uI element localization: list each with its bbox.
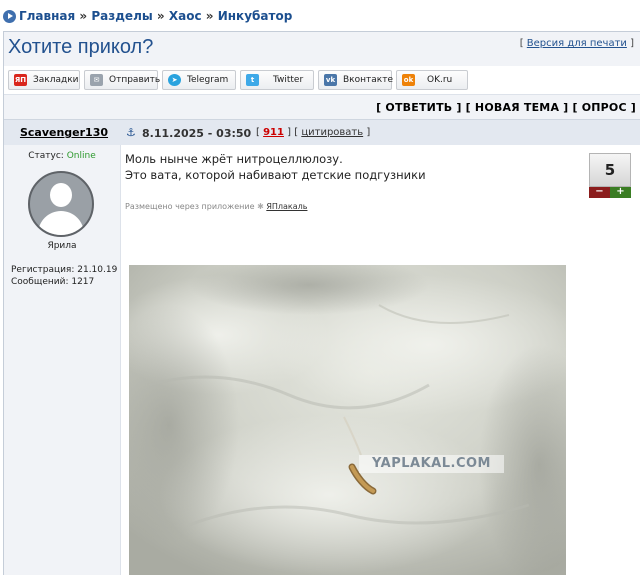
print-version-link[interactable]: Версия для печати [527,38,627,49]
breadcrumb-sections[interactable]: Разделы [91,9,152,23]
post-date: 8.11.2025 - 03:50 [142,127,252,140]
share-label: Закладки [33,75,79,85]
breadcrumb-separator: » [156,9,165,23]
share-label: Вконтакте [343,75,393,85]
mail-icon: ✉ [90,74,103,86]
author-panel: Статус: Online Ярила Регистрация: 21.10.… [4,145,121,575]
twitter-icon: t [246,74,259,86]
post-text-line: Моль нынче жрёт нитроцеллюлозу. [125,152,343,166]
rating-value: 5 [589,153,631,187]
vk-icon: vk [324,74,337,86]
anchor-icon[interactable]: ⚓ [126,126,136,139]
rating-plus-button[interactable]: + [610,187,631,198]
rating-minus-button[interactable]: − [589,187,610,198]
breadcrumb-incubator[interactable]: Инкубатор [218,9,293,23]
posted-via-label: Размещено через приложение [125,202,255,211]
share-send-button[interactable]: ✉ Отправить [84,70,161,90]
breadcrumb-separator: » [205,9,214,23]
post-number-link[interactable]: 911 [263,127,284,138]
gear-icon: ✱ [257,202,264,211]
share-bookmarks-button[interactable]: ЯП Закладки [8,70,80,90]
post-meta: [ 911 ] [ цитировать ] [256,127,371,138]
posted-via: Размещено через приложение ✱ ЯПлакаль [125,202,307,211]
share-vk-button[interactable]: vk Вконтакте [318,70,393,90]
avatar[interactable] [28,171,94,237]
moth-larva-photo [129,265,566,575]
topic-title: Хотите прикол? [8,36,154,58]
topic-header: Хотите прикол? [ Версия для печати ] [4,32,640,66]
author-status: Статус: Online [4,151,120,161]
ok-icon: ok [402,74,415,86]
avatar-head-shape [50,183,72,207]
topic-actions-bar: [ ОТВЕТИТЬ ] [ НОВАЯ ТЕМА ] [ ОПРОС ] [4,94,640,120]
site-watermark: YAPLAKAL.COM [359,455,504,473]
share-label: OK.ru [427,75,453,85]
breadcrumb-home[interactable]: Главная [19,9,75,23]
breadcrumb-chaos[interactable]: Хаос [169,9,202,23]
share-telegram-button[interactable]: ➤ Telegram [162,70,236,90]
author-rank: Ярила [47,241,77,251]
post-text-line: Это вата, которой набивают детские подгу… [125,168,426,182]
post-header: Scavenger130 ⚓ 8.11.2025 - 03:50 [ 911 ]… [4,119,640,146]
share-twitter-button[interactable]: t Twitter [240,70,314,90]
avatar-body-shape [38,211,84,235]
share-label: Telegram [187,75,229,85]
breadcrumb: Главная » Разделы » Хаос » Инкубатор [0,0,640,30]
breadcrumb-arrow-icon [3,10,16,23]
print-bracket-open: [ [519,38,524,49]
author-registration: Регистрация: 21.10.19 [11,265,118,275]
quote-link[interactable]: цитировать [301,127,363,138]
post-body: Моль нынче жрёт нитроцеллюлозу. Это вата… [121,145,640,575]
print-bracket-close: ] [630,38,634,49]
breadcrumb-separator: » [79,9,88,23]
post-text: Моль нынче жрёт нитроцеллюлозу. Это вата… [125,151,426,183]
post-author[interactable]: Scavenger130 [4,120,124,146]
yaplakal-icon: ЯП [14,74,27,86]
status-label: Статус: [28,151,64,161]
share-label: Twitter [273,75,304,85]
print-version: [ Версия для печати ] [520,38,634,49]
post-rating: 5 − + [589,153,631,199]
topic-actions[interactable]: [ ОТВЕТИТЬ ] [ НОВАЯ ТЕМА ] [ ОПРОС ] [376,101,636,114]
posted-via-app-link[interactable]: ЯПлакаль [266,202,307,211]
author-messages: Сообщений: 1217 [11,277,95,287]
share-ok-button[interactable]: ok OK.ru [396,70,468,90]
topic-container: Хотите прикол? [ Версия для печати ] ЯП … [3,31,640,575]
share-label: Отправить [109,75,161,85]
post-image[interactable] [129,265,566,575]
author-stats: Регистрация: 21.10.19 Сообщений: 1217 [11,264,117,288]
share-bar: ЯП Закладки ✉ Отправить ➤ Telegram t Twi… [4,66,640,94]
telegram-icon: ➤ [168,74,181,86]
status-online: Online [66,151,96,161]
